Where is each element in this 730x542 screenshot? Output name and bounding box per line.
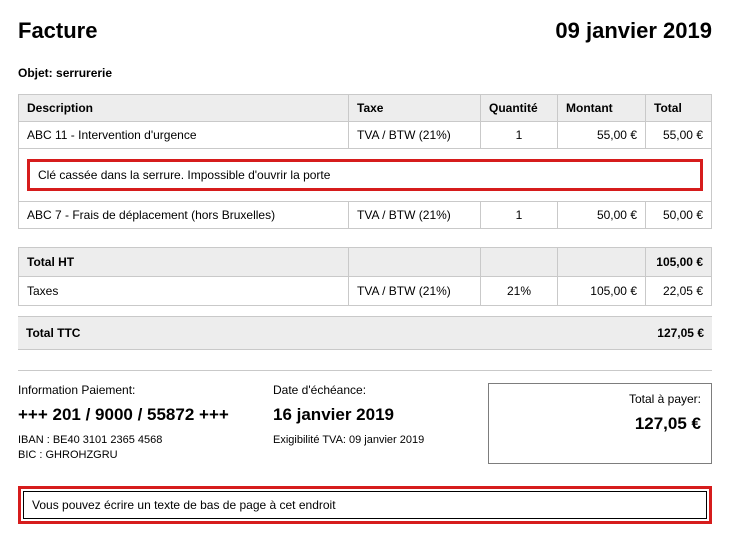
cell-qty: 1 xyxy=(481,122,558,149)
note-highlight: Clé cassée dans la serrure. Impossible d… xyxy=(27,159,703,191)
taxes-amount: 22,05 € xyxy=(646,277,712,306)
taxes-label: Taxes xyxy=(19,277,349,306)
payment-iban: IBAN : BE40 3101 2365 4568 xyxy=(18,433,261,448)
cell-total: 55,00 € xyxy=(646,122,712,149)
total-ht-row: Total HT 105,00 € xyxy=(19,248,712,277)
cell-qty: 1 xyxy=(481,202,558,229)
cell-total: 50,00 € xyxy=(646,202,712,229)
table-row: ABC 7 - Frais de déplacement (hors Bruxe… xyxy=(19,202,712,229)
payment-info: Information Paiement: +++ 201 / 9000 / 5… xyxy=(18,383,261,464)
taxes-rate: 21% xyxy=(481,277,558,306)
cell-description: ABC 7 - Frais de déplacement (hors Bruxe… xyxy=(19,202,349,229)
note-row: Clé cassée dans la serrure. Impossible d… xyxy=(19,149,712,202)
note-text: Clé cassée dans la serrure. Impossible d… xyxy=(38,168,330,182)
subject-line: Objet: serrurerie xyxy=(18,66,712,80)
total-ttc-value: 127,05 € xyxy=(622,317,712,350)
to-pay-label: Total à payer: xyxy=(499,392,702,406)
taxes-base: 105,00 € xyxy=(558,277,646,306)
total-ttc-row: Total TTC 127,05 € xyxy=(18,317,712,350)
col-description: Description xyxy=(19,95,349,122)
ttc-table: Total TTC 127,05 € xyxy=(18,316,712,350)
vat-due: Exigibilité TVA: 09 janvier 2019 xyxy=(273,433,476,448)
col-qty: Quantité xyxy=(481,95,558,122)
payment-info-label: Information Paiement: xyxy=(18,383,261,397)
cell-tax: TVA / BTW (21%) xyxy=(349,202,481,229)
footer-text: Vous pouvez écrire un texte de bas de pa… xyxy=(23,491,707,519)
taxes-tax: TVA / BTW (21%) xyxy=(349,277,481,306)
doc-date: 09 janvier 2019 xyxy=(555,18,712,44)
total-ht-label: Total HT xyxy=(19,248,349,277)
header: Facture 09 janvier 2019 xyxy=(18,18,712,44)
payment-total-box: Total à payer: 127,05 € xyxy=(488,383,713,464)
cell-description: ABC 11 - Intervention d'urgence xyxy=(19,122,349,149)
due-date: 16 janvier 2019 xyxy=(273,405,476,425)
payment-area: Information Paiement: +++ 201 / 9000 / 5… xyxy=(18,370,712,464)
due-label: Date d'échéance: xyxy=(273,383,476,397)
totals-table: Total HT 105,00 € Taxes TVA / BTW (21%) … xyxy=(18,247,712,306)
cell-amount: 55,00 € xyxy=(558,122,646,149)
taxes-row: Taxes TVA / BTW (21%) 21% 105,00 € 22,05… xyxy=(19,277,712,306)
to-pay-value: 127,05 € xyxy=(499,414,702,434)
total-ttc-label: Total TTC xyxy=(18,317,622,350)
table-header: Description Taxe Quantité Montant Total xyxy=(19,95,712,122)
payment-bic: BIC : GHROHZGRU xyxy=(18,448,261,463)
subject-label: Objet: xyxy=(18,66,53,80)
cell-amount: 50,00 € xyxy=(558,202,646,229)
footer-highlight: Vous pouvez écrire un texte de bas de pa… xyxy=(18,486,712,524)
doc-title: Facture xyxy=(18,18,97,44)
subject-value: serrurerie xyxy=(56,66,112,80)
col-total: Total xyxy=(646,95,712,122)
items-table: Description Taxe Quantité Montant Total … xyxy=(18,94,712,229)
table-row: ABC 11 - Intervention d'urgence TVA / BT… xyxy=(19,122,712,149)
total-ht-value: 105,00 € xyxy=(646,248,712,277)
payment-structured: +++ 201 / 9000 / 55872 +++ xyxy=(18,405,261,425)
col-amount: Montant xyxy=(558,95,646,122)
payment-due: Date d'échéance: 16 janvier 2019 Exigibi… xyxy=(273,383,476,464)
cell-tax: TVA / BTW (21%) xyxy=(349,122,481,149)
col-tax: Taxe xyxy=(349,95,481,122)
